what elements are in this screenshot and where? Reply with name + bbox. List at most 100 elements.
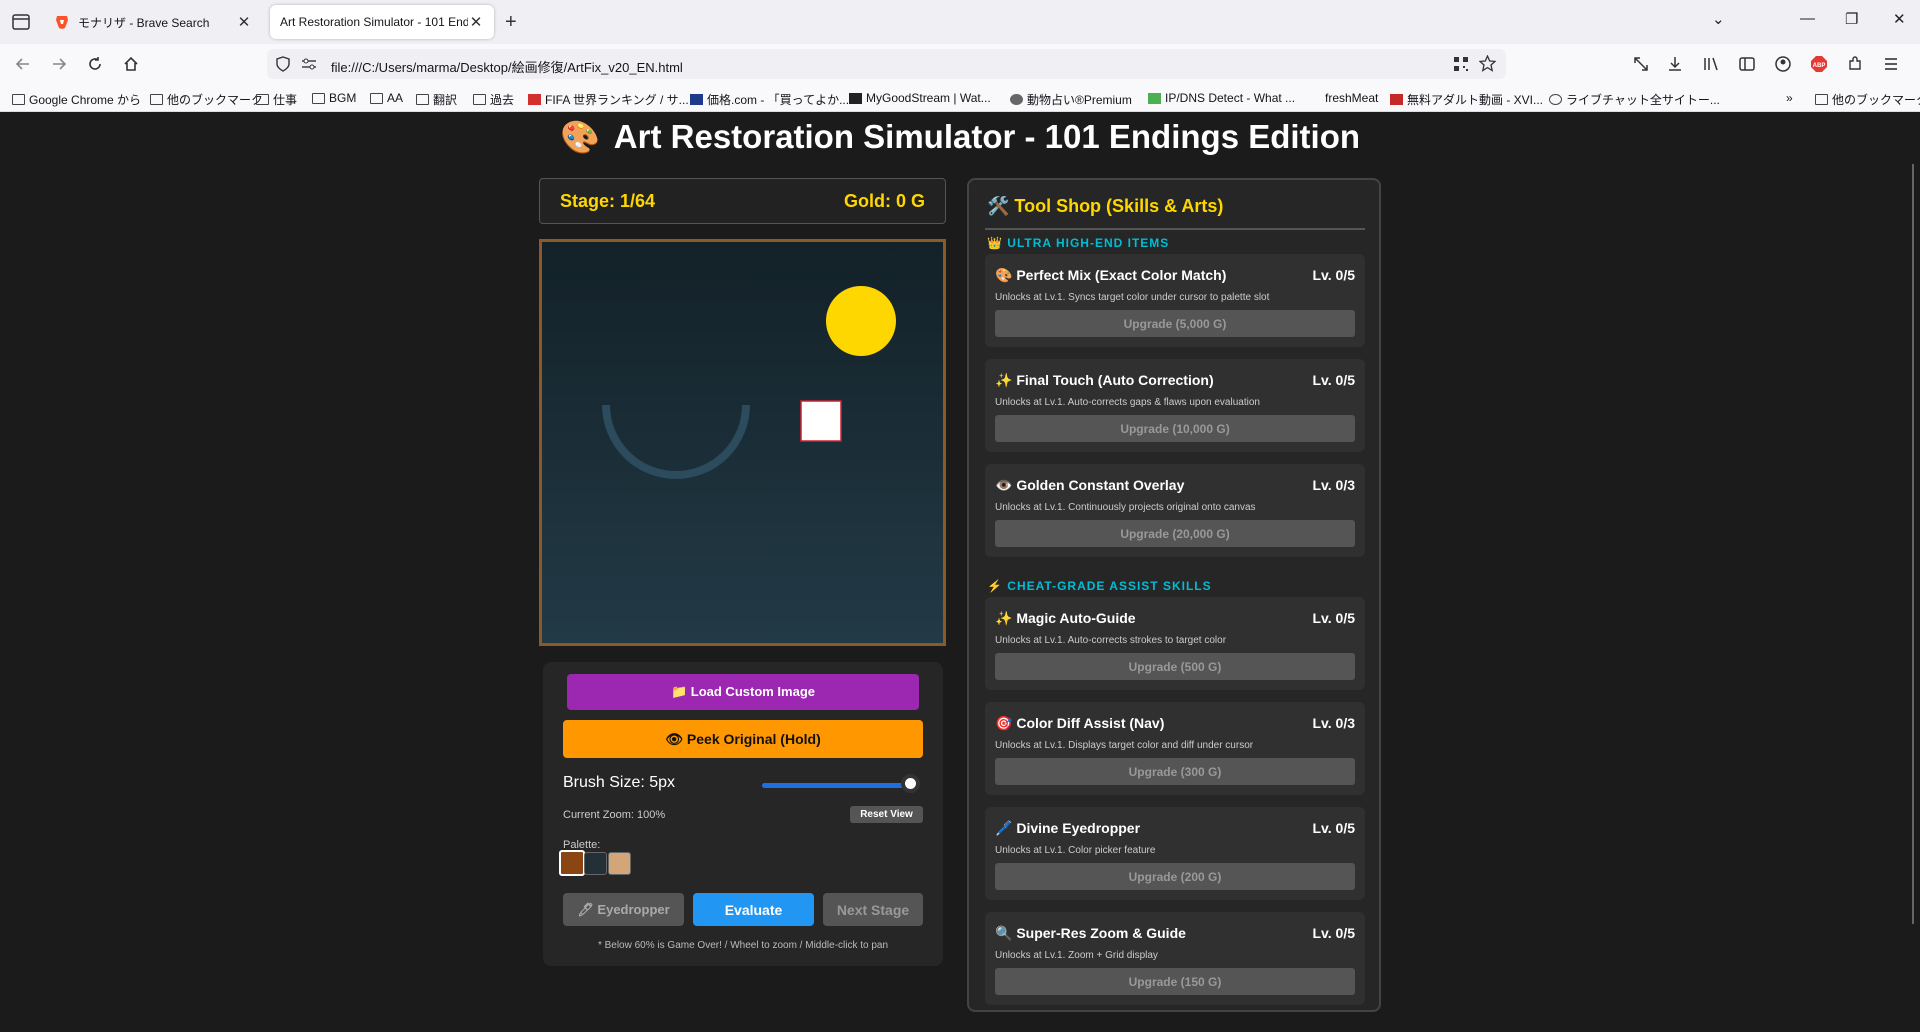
fullscreen-icon[interactable] [1632, 55, 1650, 73]
close-tab-icon[interactable]: ✕ [236, 13, 252, 31]
close-window-icon[interactable]: ✕ [1893, 10, 1906, 28]
close-tab-icon[interactable]: ✕ [468, 13, 484, 31]
item-level: Lv. 0/3 [1312, 715, 1355, 731]
sun-shape [826, 286, 896, 356]
forward-icon[interactable] [50, 55, 68, 73]
bookmark-link[interactable]: MyGoodStream | Wat... [849, 91, 991, 105]
bookmark-link[interactable]: 価格.com - 「買ってよか... [690, 91, 849, 108]
address-bar[interactable]: file:///C:/Users/marma/Desktop/絵画修復/ArtF… [267, 49, 1506, 79]
adblock-plus-icon[interactable]: ABP [1810, 55, 1828, 73]
folder-icon [12, 94, 25, 105]
item-description: Unlocks at Lv.1. Continuously projects o… [995, 502, 1256, 513]
extensions-icon[interactable] [1846, 55, 1864, 73]
navigation-bar: file:///C:/Users/marma/Desktop/絵画修復/ArtF… [0, 44, 1920, 84]
minimize-icon[interactable]: — [1800, 10, 1815, 27]
downloads-icon[interactable] [1666, 55, 1684, 73]
tool-shop-panel: 🛠️ Tool Shop (Skills & Arts) 👑 ULTRA HIG… [967, 178, 1381, 1012]
crown-icon: 👑 [987, 236, 1003, 250]
shield-icon[interactable] [275, 56, 291, 72]
freshmeat-favicon-icon [1308, 93, 1321, 104]
menu-icon[interactable] [1882, 55, 1900, 73]
palette-swatch[interactable] [584, 852, 607, 875]
bookmark-label: 動物占い®Premium [1027, 93, 1132, 107]
folder-icon [256, 94, 269, 105]
bookmark-link[interactable]: freshMeat [1308, 91, 1378, 105]
sparkles-icon: ✨ [995, 610, 1013, 626]
shop-divider [985, 228, 1365, 230]
page-content: 🎨 Art Restoration Simulator - 101 Endings… [0, 112, 1920, 1032]
bookmark-link[interactable]: FIFA 世界ランキング / サ... [528, 91, 689, 108]
account-icon[interactable] [1774, 55, 1792, 73]
new-tab-icon[interactable]: + [505, 12, 517, 32]
upgrade-button[interactable]: Upgrade (500 G) [995, 653, 1355, 680]
bookmark-label: 無料アダルト動画 - XVI... [1407, 93, 1544, 107]
palette-swatch[interactable] [559, 850, 585, 876]
folder-icon [416, 94, 429, 105]
bookmark-label: 価格.com - 「買ってよか... [707, 93, 850, 107]
item-level: Lv. 0/5 [1312, 820, 1355, 836]
bookmark-link[interactable]: ライブチャット全サイトー... [1549, 91, 1720, 108]
tab-list-icon[interactable] [10, 11, 32, 33]
bookmark-label: MyGoodStream | Wat... [866, 91, 991, 105]
tab-title: Art Restoration Simulator - 101 End [280, 15, 468, 29]
bookmark-link[interactable]: 無料アダルト動画 - XVI... [1390, 91, 1543, 108]
shop-item-color-diff-assist: 🎯 Color Diff Assist (Nav) Lv. 0/3 Unlock… [985, 702, 1365, 795]
upgrade-button[interactable]: Upgrade (150 G) [995, 968, 1355, 995]
eyedropper-button[interactable]: 🖊 Eyedropper [563, 893, 684, 926]
tab-bar: モナリザ - Brave Search ✕ Art Restoration Si… [0, 0, 1920, 44]
more-bookmarks-icon[interactable]: » [1786, 91, 1793, 105]
library-icon[interactable] [1702, 55, 1720, 73]
item-description: Unlocks at Lv.1. Color picker feature [995, 845, 1156, 856]
item-name: Perfect Mix (Exact Color Match) [1016, 267, 1227, 283]
bookmark-label: IP/DNS Detect - What ... [1165, 91, 1296, 105]
tab-brave-search[interactable]: モナリザ - Brave Search ✕ [44, 5, 262, 39]
other-bookmarks-folder[interactable]: 他のブックマーク [1815, 91, 1920, 108]
tab-art-restoration[interactable]: Art Restoration Simulator - 101 End ✕ [270, 5, 494, 39]
sidebar-icon[interactable] [1738, 55, 1756, 73]
item-description: Unlocks at Lv.1. Auto-corrects gaps & fl… [995, 397, 1260, 408]
upgrade-button[interactable]: Upgrade (5,000 G) [995, 310, 1355, 337]
bookmark-link[interactable]: 動物占い®Premium [1010, 91, 1132, 108]
zoom-label: Current Zoom: 100% [563, 809, 666, 821]
tab-title: モナリザ - Brave Search [78, 15, 210, 30]
bookmark-star-icon[interactable] [1479, 55, 1496, 72]
brush-size-slider-thumb[interactable] [901, 774, 920, 793]
bookmark-folder[interactable]: Google Chrome から [12, 91, 141, 108]
upgrade-button[interactable]: Upgrade (20,000 G) [995, 520, 1355, 547]
brave-lion-icon [56, 16, 68, 29]
brush-size-slider[interactable] [762, 783, 919, 788]
url-text: file:///C:/Users/marma/Desktop/絵画修復/ArtF… [331, 60, 683, 75]
bookmark-folder[interactable]: AA [370, 91, 403, 105]
bookmarks-bar: Google Chrome から 他のブックマーク 仕事 BGM AA 翻訳 過… [0, 84, 1920, 112]
upgrade-button[interactable]: Upgrade (200 G) [995, 863, 1355, 890]
upgrade-button[interactable]: Upgrade (10,000 G) [995, 415, 1355, 442]
qr-code-icon[interactable] [1453, 56, 1469, 72]
control-panel: 📁 Load Custom Image 👁 Peek Original (Hol… [543, 662, 943, 966]
back-icon[interactable] [14, 55, 32, 73]
white-square-shape [800, 400, 842, 442]
bookmark-folder[interactable]: 仕事 [256, 91, 297, 108]
bookmark-folder[interactable]: BGM [312, 91, 356, 105]
bookmark-label: Google Chrome から [29, 93, 142, 107]
bookmark-folder[interactable]: 他のブックマーク [150, 91, 263, 108]
bookmark-link[interactable]: IP/DNS Detect - What ... [1148, 91, 1295, 105]
peek-original-button[interactable]: 👁 Peek Original (Hold) [563, 720, 923, 758]
bookmark-folder[interactable]: 過去 [473, 91, 514, 108]
painting-canvas[interactable] [539, 239, 946, 646]
restore-icon[interactable]: ❐ [1845, 10, 1858, 28]
page-scrollbar[interactable] [1912, 164, 1914, 924]
folder-icon [150, 94, 163, 105]
bookmark-folder[interactable]: 翻訳 [416, 91, 457, 108]
palette-swatch[interactable] [608, 852, 631, 875]
home-icon[interactable] [122, 55, 140, 73]
list-all-tabs-icon[interactable]: ⌄ [1712, 10, 1725, 28]
page-info-icon[interactable] [301, 57, 317, 71]
item-level: Lv. 0/5 [1312, 925, 1355, 941]
load-custom-image-button[interactable]: 📁 Load Custom Image [567, 674, 919, 710]
upgrade-button[interactable]: Upgrade (300 G) [995, 758, 1355, 785]
evaluate-button[interactable]: Evaluate [693, 893, 814, 926]
reload-icon[interactable] [86, 55, 104, 73]
reset-view-button[interactable]: Reset View [850, 806, 923, 823]
item-description: Unlocks at Lv.1. Auto-corrects strokes t… [995, 635, 1227, 646]
next-stage-button[interactable]: Next Stage [823, 893, 923, 926]
